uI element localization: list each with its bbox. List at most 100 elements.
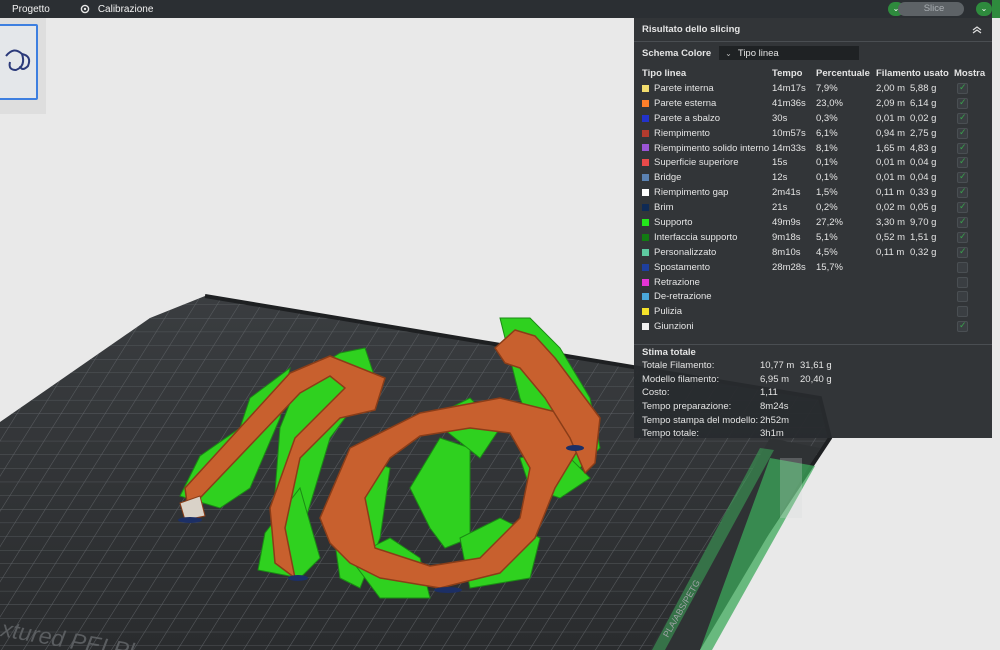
show-checkbox[interactable] <box>957 142 968 154</box>
line-type-label: De-retrazione <box>654 291 712 303</box>
show-checkbox[interactable] <box>957 306 968 318</box>
show-checkbox[interactable] <box>957 201 968 214</box>
line-type-label: Spostamento <box>654 261 710 273</box>
percent-value: 0,2% <box>816 202 838 214</box>
time-value: 12s <box>772 172 788 184</box>
calibration-label: Calibrazione <box>97 3 154 15</box>
color-scheme-value: Tipo linea <box>737 47 779 59</box>
show-checkbox[interactable] <box>957 320 968 333</box>
total-label: Totale Filamento: <box>642 360 715 372</box>
line-type-label: Bridge <box>654 172 682 184</box>
total-label: Tempo totale: <box>642 428 700 440</box>
show-checkbox[interactable] <box>957 276 968 288</box>
col-header: Percentuale <box>816 67 870 79</box>
menu-project[interactable]: Progetto <box>0 0 50 18</box>
export-button[interactable] <box>992 0 1000 18</box>
time-value: 15s <box>772 157 788 169</box>
time-value: 28m28s <box>772 261 806 273</box>
line-type-name: Brim <box>642 202 674 213</box>
line-type-label: Interfaccia supporto <box>654 231 738 243</box>
percent-value: 5,1% <box>816 231 838 243</box>
total-value: 10,77 m <box>760 360 795 372</box>
filament-weight: 0,32 g <box>910 246 937 258</box>
gear-icon <box>80 4 90 14</box>
total-value: 3h1m <box>760 428 784 440</box>
percent-value: 0,3% <box>816 112 838 124</box>
color-scheme-row: Schema Colore ⌄ Tipo linea <box>634 45 992 61</box>
show-checkbox[interactable] <box>957 231 968 243</box>
object-thumbnail[interactable] <box>0 24 38 100</box>
filament-length: 0,02 m <box>876 202 906 214</box>
col-header: Tempo <box>772 67 803 79</box>
project-label: Progetto <box>12 3 50 15</box>
line-type-name: Bridge <box>642 172 681 183</box>
filament-weight: 0,02 g <box>910 112 937 124</box>
collapse-icon[interactable] <box>970 25 984 35</box>
show-checkbox[interactable] <box>957 171 968 184</box>
line-type-label: Brim <box>654 202 674 214</box>
show-checkbox[interactable] <box>957 127 968 139</box>
show-checkbox[interactable] <box>957 291 968 303</box>
color-swatch <box>642 233 649 241</box>
color-scheme-select[interactable]: ⌄ Tipo linea <box>719 46 860 60</box>
filament-length: 0,01 m <box>876 157 906 169</box>
line-type-table: Tipo linea Tempo Percentuale Filamento u… <box>634 65 992 334</box>
filament-weight: 0,33 g <box>910 187 937 199</box>
line-type-label: Riempimento <box>654 127 710 139</box>
line-type-name: Riempimento solido interno <box>642 143 769 154</box>
line-type-label: Pulizia <box>654 306 682 318</box>
line-type-label: Riempimento gap <box>654 187 729 199</box>
percent-value: 27,2% <box>816 216 843 228</box>
show-checkbox[interactable] <box>957 112 968 124</box>
line-type-name: Personalizzato <box>642 247 716 258</box>
panel-title: Risultato dello slicing <box>642 24 741 35</box>
color-swatch <box>642 189 649 197</box>
show-checkbox[interactable] <box>957 246 968 258</box>
percent-value: 0,1% <box>816 172 838 184</box>
panel-header: Risultato dello slicing <box>634 18 992 42</box>
percent-value: 6,1% <box>816 127 838 139</box>
total-value: 2h52m <box>760 414 790 426</box>
color-swatch <box>642 278 649 286</box>
percent-value: 23,0% <box>816 97 843 109</box>
time-value: 14m33s <box>772 142 806 154</box>
line-type-name: Pulizia <box>642 306 682 317</box>
line-type-name: Superficie superiore <box>642 157 739 168</box>
total-value: 8m24s <box>760 400 789 412</box>
color-swatch <box>642 174 649 182</box>
total-label: Modello filamento: <box>642 373 720 385</box>
color-swatch <box>642 114 649 122</box>
line-type-name: Riempimento gap <box>642 187 728 198</box>
table-header: Tipo linea Tempo Percentuale Filamento u… <box>634 65 992 81</box>
show-checkbox[interactable] <box>957 82 968 94</box>
percent-value: 0,1% <box>816 157 838 169</box>
col-header: Tipo linea <box>642 67 687 79</box>
percent-value: 7,9% <box>816 82 838 94</box>
total-row: Totale Filamento: 10,77 m 31,61 g <box>634 360 992 374</box>
percent-value: 15,7% <box>816 261 843 273</box>
color-swatch <box>642 323 649 331</box>
total-value-secondary: 31,61 g <box>800 360 832 372</box>
filament-length: 0,52 m <box>876 231 906 243</box>
total-estimate-list: Totale Filamento: 10,77 m 31,61 g Modello f… <box>634 360 992 442</box>
show-checkbox[interactable] <box>957 97 968 109</box>
percent-value: 1,5% <box>816 187 838 199</box>
show-checkbox[interactable] <box>957 261 968 273</box>
color-swatch <box>642 204 649 212</box>
menu-calibration[interactable]: Calibrazione <box>80 0 154 18</box>
total-row: Tempo totale: 3h1m <box>634 428 992 442</box>
total-row: Modello filamento: 6,95 m 20,40 g <box>634 374 992 388</box>
total-label: Costo: <box>642 387 670 399</box>
export-options-chevron-icon[interactable]: ⌄ <box>976 2 992 16</box>
slice-button[interactable]: Slice <box>898 2 964 16</box>
show-checkbox[interactable] <box>957 216 968 228</box>
show-checkbox[interactable] <box>957 156 968 169</box>
table-row: Personalizzato 8m10s 4,5% 0,11 m 0,32 g <box>634 245 992 260</box>
total-row: Costo: 1,11 <box>634 387 992 401</box>
show-checkbox[interactable] <box>957 186 968 199</box>
filament-weight: 0,04 g <box>910 172 937 184</box>
table-row: Brim 21s 0,2% 0,02 m 0,05 g <box>634 200 992 215</box>
total-row: Tempo stampa del modello: 2h52m <box>634 415 992 429</box>
table-row: Supporto 49m9s 27,2% 3,30 m 9,70 g <box>634 215 992 230</box>
line-type-name: Spostamento <box>642 262 710 273</box>
